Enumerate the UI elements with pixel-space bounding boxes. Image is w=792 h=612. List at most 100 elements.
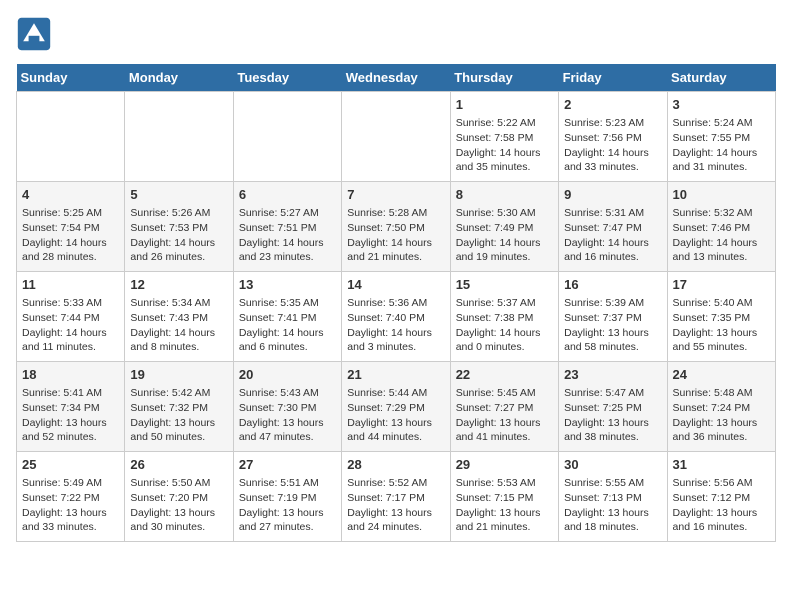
day-number: 26	[130, 456, 227, 474]
day-info: Sunrise: 5:49 AM Sunset: 7:22 PM Dayligh…	[22, 476, 119, 535]
day-number: 16	[564, 276, 661, 294]
calendar-cell: 8 Sunrise: 5:30 AM Sunset: 7:49 PM Daylig…	[450, 182, 558, 272]
day-number: 5	[130, 186, 227, 204]
day-info: Sunrise: 5:23 AM Sunset: 7:56 PM Dayligh…	[564, 116, 661, 175]
calendar-cell: 30 Sunrise: 5:55 AM Sunset: 7:13 PM Dayli…	[559, 452, 667, 542]
calendar-cell: 23 Sunrise: 5:47 AM Sunset: 7:25 PM Dayli…	[559, 362, 667, 452]
calendar-cell: 24 Sunrise: 5:48 AM Sunset: 7:24 PM Dayli…	[667, 362, 775, 452]
day-number: 1	[456, 96, 553, 114]
calendar-cell	[17, 92, 125, 182]
day-number: 4	[22, 186, 119, 204]
day-number: 17	[673, 276, 770, 294]
calendar-cell	[125, 92, 233, 182]
weekday-header: Sunday	[17, 64, 125, 92]
day-number: 3	[673, 96, 770, 114]
day-info: Sunrise: 5:41 AM Sunset: 7:34 PM Dayligh…	[22, 386, 119, 445]
weekday-header: Thursday	[450, 64, 558, 92]
calendar-cell: 25 Sunrise: 5:49 AM Sunset: 7:22 PM Dayli…	[17, 452, 125, 542]
calendar-cell: 3 Sunrise: 5:24 AM Sunset: 7:55 PM Daylig…	[667, 92, 775, 182]
calendar-cell: 19 Sunrise: 5:42 AM Sunset: 7:32 PM Dayli…	[125, 362, 233, 452]
day-number: 13	[239, 276, 336, 294]
logo-icon	[16, 16, 52, 52]
calendar-cell: 16 Sunrise: 5:39 AM Sunset: 7:37 PM Dayli…	[559, 272, 667, 362]
day-number: 14	[347, 276, 444, 294]
day-info: Sunrise: 5:48 AM Sunset: 7:24 PM Dayligh…	[673, 386, 770, 445]
calendar-cell: 2 Sunrise: 5:23 AM Sunset: 7:56 PM Daylig…	[559, 92, 667, 182]
day-number: 21	[347, 366, 444, 384]
day-info: Sunrise: 5:45 AM Sunset: 7:27 PM Dayligh…	[456, 386, 553, 445]
calendar-cell: 29Sunrise: 5:53 AM Sunset: 7:15 PM Dayli…	[450, 452, 558, 542]
day-info: Sunrise: 5:40 AM Sunset: 7:35 PM Dayligh…	[673, 296, 770, 355]
calendar-cell: 9 Sunrise: 5:31 AM Sunset: 7:47 PM Daylig…	[559, 182, 667, 272]
day-info: Sunrise: 5:47 AM Sunset: 7:25 PM Dayligh…	[564, 386, 661, 445]
calendar-cell: 6Sunrise: 5:27 AM Sunset: 7:51 PM Daylig…	[233, 182, 341, 272]
day-number: 18	[22, 366, 119, 384]
weekday-header: Saturday	[667, 64, 775, 92]
day-number: 30	[564, 456, 661, 474]
calendar-cell: 5Sunrise: 5:26 AM Sunset: 7:53 PM Daylig…	[125, 182, 233, 272]
calendar-cell: 4 Sunrise: 5:25 AM Sunset: 7:54 PM Daylig…	[17, 182, 125, 272]
weekday-header: Monday	[125, 64, 233, 92]
day-info: Sunrise: 5:52 AM Sunset: 7:17 PM Dayligh…	[347, 476, 444, 535]
calendar-cell	[342, 92, 450, 182]
calendar-cell: 14 Sunrise: 5:36 AM Sunset: 7:40 PM Dayli…	[342, 272, 450, 362]
calendar-cell: 17 Sunrise: 5:40 AM Sunset: 7:35 PM Dayli…	[667, 272, 775, 362]
day-info: Sunrise: 5:31 AM Sunset: 7:47 PM Dayligh…	[564, 206, 661, 265]
day-number: 12	[130, 276, 227, 294]
day-number: 25	[22, 456, 119, 474]
calendar-week-row: 11 Sunrise: 5:33 AM Sunset: 7:44 PM Dayli…	[17, 272, 776, 362]
page-header	[16, 16, 776, 52]
weekday-header-row: SundayMondayTuesdayWednesdayThursdayFrid…	[17, 64, 776, 92]
day-number: 27	[239, 456, 336, 474]
calendar-week-row: 18 Sunrise: 5:41 AM Sunset: 7:34 PM Dayli…	[17, 362, 776, 452]
calendar-cell: 20 Sunrise: 5:43 AM Sunset: 7:30 PM Dayli…	[233, 362, 341, 452]
calendar-cell: 31Sunrise: 5:56 AM Sunset: 7:12 PM Dayli…	[667, 452, 775, 542]
day-number: 19	[130, 366, 227, 384]
day-info: Sunrise: 5:35 AM Sunset: 7:41 PM Dayligh…	[239, 296, 336, 355]
day-info: Sunrise: 5:25 AM Sunset: 7:54 PM Dayligh…	[22, 206, 119, 265]
day-info: Sunrise: 5:24 AM Sunset: 7:55 PM Dayligh…	[673, 116, 770, 175]
day-number: 23	[564, 366, 661, 384]
day-info: Sunrise: 5:51 AM Sunset: 7:19 PM Dayligh…	[239, 476, 336, 535]
day-number: 9	[564, 186, 661, 204]
day-info: Sunrise: 5:39 AM Sunset: 7:37 PM Dayligh…	[564, 296, 661, 355]
calendar-cell: 21Sunrise: 5:44 AM Sunset: 7:29 PM Dayli…	[342, 362, 450, 452]
day-info: Sunrise: 5:33 AM Sunset: 7:44 PM Dayligh…	[22, 296, 119, 355]
calendar-week-row: 4 Sunrise: 5:25 AM Sunset: 7:54 PM Daylig…	[17, 182, 776, 272]
calendar-table: SundayMondayTuesdayWednesdayThursdayFrid…	[16, 64, 776, 542]
day-info: Sunrise: 5:30 AM Sunset: 7:49 PM Dayligh…	[456, 206, 553, 265]
logo	[16, 16, 58, 52]
day-info: Sunrise: 5:34 AM Sunset: 7:43 PM Dayligh…	[130, 296, 227, 355]
day-info: Sunrise: 5:55 AM Sunset: 7:13 PM Dayligh…	[564, 476, 661, 535]
day-number: 11	[22, 276, 119, 294]
weekday-header: Wednesday	[342, 64, 450, 92]
day-number: 2	[564, 96, 661, 114]
calendar-cell: 22 Sunrise: 5:45 AM Sunset: 7:27 PM Dayli…	[450, 362, 558, 452]
day-number: 20	[239, 366, 336, 384]
day-number: 6	[239, 186, 336, 204]
calendar-week-row: 25 Sunrise: 5:49 AM Sunset: 7:22 PM Dayli…	[17, 452, 776, 542]
day-number: 22	[456, 366, 553, 384]
calendar-cell: 15Sunrise: 5:37 AM Sunset: 7:38 PM Dayli…	[450, 272, 558, 362]
day-number: 8	[456, 186, 553, 204]
weekday-header: Tuesday	[233, 64, 341, 92]
calendar-cell: 12 Sunrise: 5:34 AM Sunset: 7:43 PM Dayli…	[125, 272, 233, 362]
day-number: 24	[673, 366, 770, 384]
day-number: 10	[673, 186, 770, 204]
weekday-header: Friday	[559, 64, 667, 92]
calendar-cell: 26 Sunrise: 5:50 AM Sunset: 7:20 PM Dayli…	[125, 452, 233, 542]
calendar-cell: 7Sunrise: 5:28 AM Sunset: 7:50 PM Daylig…	[342, 182, 450, 272]
day-info: Sunrise: 5:32 AM Sunset: 7:46 PM Dayligh…	[673, 206, 770, 265]
calendar-week-row: 1Sunrise: 5:22 AM Sunset: 7:58 PM Daylig…	[17, 92, 776, 182]
day-number: 28	[347, 456, 444, 474]
day-info: Sunrise: 5:42 AM Sunset: 7:32 PM Dayligh…	[130, 386, 227, 445]
day-info: Sunrise: 5:43 AM Sunset: 7:30 PM Dayligh…	[239, 386, 336, 445]
day-info: Sunrise: 5:53 AM Sunset: 7:15 PM Dayligh…	[456, 476, 553, 535]
calendar-cell: 10 Sunrise: 5:32 AM Sunset: 7:46 PM Dayli…	[667, 182, 775, 272]
day-info: Sunrise: 5:36 AM Sunset: 7:40 PM Dayligh…	[347, 296, 444, 355]
day-number: 31	[673, 456, 770, 474]
day-info: Sunrise: 5:28 AM Sunset: 7:50 PM Dayligh…	[347, 206, 444, 265]
calendar-cell: 28 Sunrise: 5:52 AM Sunset: 7:17 PM Dayli…	[342, 452, 450, 542]
calendar-cell: 11 Sunrise: 5:33 AM Sunset: 7:44 PM Dayli…	[17, 272, 125, 362]
day-info: Sunrise: 5:50 AM Sunset: 7:20 PM Dayligh…	[130, 476, 227, 535]
